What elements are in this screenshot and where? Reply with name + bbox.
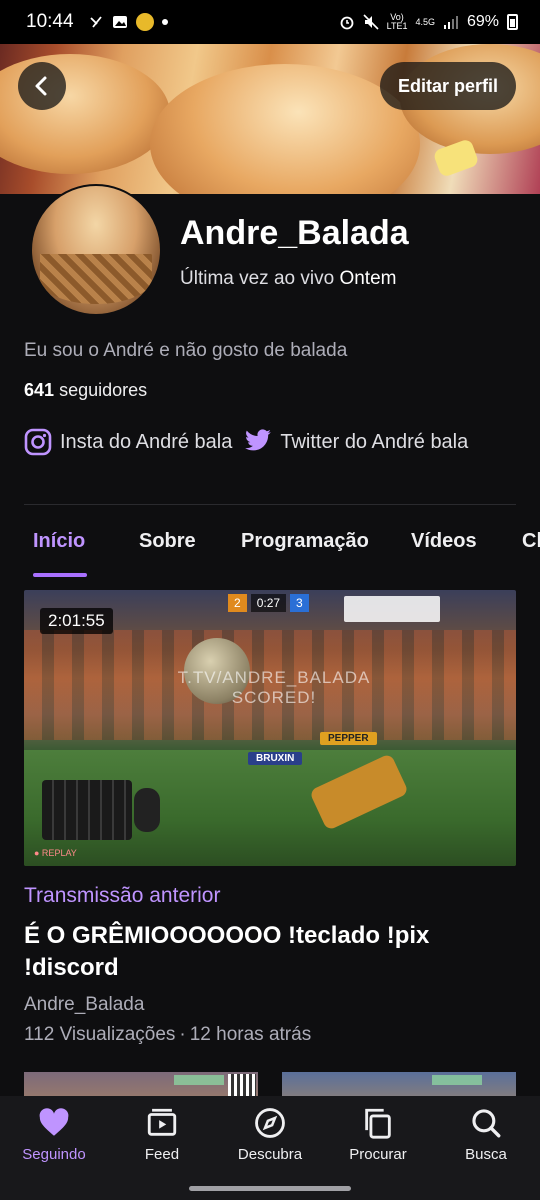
last-live-text: Última vez ao vivo Ontem	[180, 268, 396, 290]
notification-dot-icon	[161, 19, 168, 25]
instagram-link-label: Insta do André bala	[60, 430, 233, 453]
player-tag-orange: PEPPER	[320, 732, 377, 745]
video-time-ago: 12 horas atrás	[189, 1024, 312, 1045]
tab-sobre[interactable]: Sobre	[139, 530, 196, 553]
followers-count: 641 seguidores	[24, 380, 147, 401]
status-bar: 10:44 Vo) LTE1 4.5G 69%	[0, 0, 540, 44]
keyboard-overlay	[42, 780, 132, 840]
active-tab-indicator	[33, 573, 87, 577]
followers-number: 641	[24, 380, 55, 400]
coin-app-icon	[135, 13, 154, 31]
gallery-icon	[112, 16, 127, 28]
profile-bio: Eu sou o André e não gosto de balada	[24, 340, 348, 361]
heart-icon	[39, 1108, 69, 1136]
back-button[interactable]	[18, 62, 66, 110]
data-type-indicator: 4.5G	[415, 16, 435, 27]
nav-busca[interactable]: Busca	[432, 1106, 540, 1163]
profile-tabs: Início Sobre Programação Vídeos Cl	[0, 530, 540, 578]
last-live-prefix: Última vez ao vivo	[180, 268, 335, 289]
mouse-overlay	[134, 788, 160, 832]
scoreboard: 2 0:27 3	[228, 594, 309, 612]
mute-icon	[363, 14, 379, 30]
video-title[interactable]: É O GRÊMIOOOOOOO !teclado !pix !discord	[24, 920, 504, 984]
section-divider	[24, 504, 516, 505]
feed-icon	[147, 1108, 177, 1136]
signal-icon	[443, 16, 458, 29]
player-tag-blue: BRUXIN	[248, 752, 303, 765]
video-views: 112 Visualizações	[24, 1024, 176, 1045]
avatar	[30, 184, 162, 316]
last-live-value: Ontem	[339, 268, 397, 289]
thumbnail-overlay-text: T.TV/ANDRE_BALADA SCORED!	[177, 668, 371, 707]
video-type-label: Transmissão anterior	[24, 884, 221, 907]
twitter-icon	[245, 429, 272, 451]
volte-indicator: Vo) LTE1	[386, 12, 408, 31]
followers-label: seguidores	[59, 380, 148, 400]
battery-icon	[507, 14, 518, 30]
chevron-left-icon	[35, 76, 47, 96]
battery-percent: 69%	[466, 13, 499, 30]
tab-programacao[interactable]: Programação	[241, 530, 369, 553]
nav-descubra[interactable]: Descubra	[216, 1106, 324, 1163]
browse-icon	[365, 1108, 391, 1139]
call-missed-icon	[89, 16, 102, 28]
profile-username: Andre_Balada	[180, 214, 409, 252]
tab-clips[interactable]: Cl	[522, 530, 540, 553]
twitter-link-label: Twitter do André bala	[280, 430, 469, 453]
instagram-link[interactable]: Insta do André bala	[24, 428, 232, 456]
replay-label: ● REPLAY	[34, 848, 77, 858]
edit-profile-button[interactable]: Editar perfil	[379, 62, 516, 110]
social-links: Insta do André bala Twitter do André bal…	[24, 428, 470, 456]
home-indicator[interactable]	[189, 1186, 351, 1191]
twitter-link[interactable]: Twitter do André bala	[244, 429, 468, 455]
search-icon	[472, 1109, 501, 1138]
compass-icon	[255, 1108, 285, 1138]
bottom-navigation: Seguindo Feed Descubra Procurar Busca	[0, 1096, 540, 1200]
tab-inicio[interactable]: Início	[33, 530, 85, 553]
nav-procurar[interactable]: Procurar	[324, 1106, 432, 1163]
instagram-icon	[24, 428, 52, 456]
alarm-icon	[340, 16, 354, 30]
tab-videos[interactable]: Vídeos	[411, 530, 477, 553]
nav-feed[interactable]: Feed	[108, 1106, 216, 1163]
video-duration-badge: 2:01:55	[40, 608, 113, 634]
goal-panel	[344, 596, 440, 622]
nav-seguindo[interactable]: Seguindo	[0, 1106, 108, 1163]
video-meta: 112 Visualizações · 12 horas atrás	[24, 1024, 312, 1045]
status-time: 10:44	[26, 11, 74, 32]
video-channel[interactable]: Andre_Balada	[24, 994, 144, 1016]
